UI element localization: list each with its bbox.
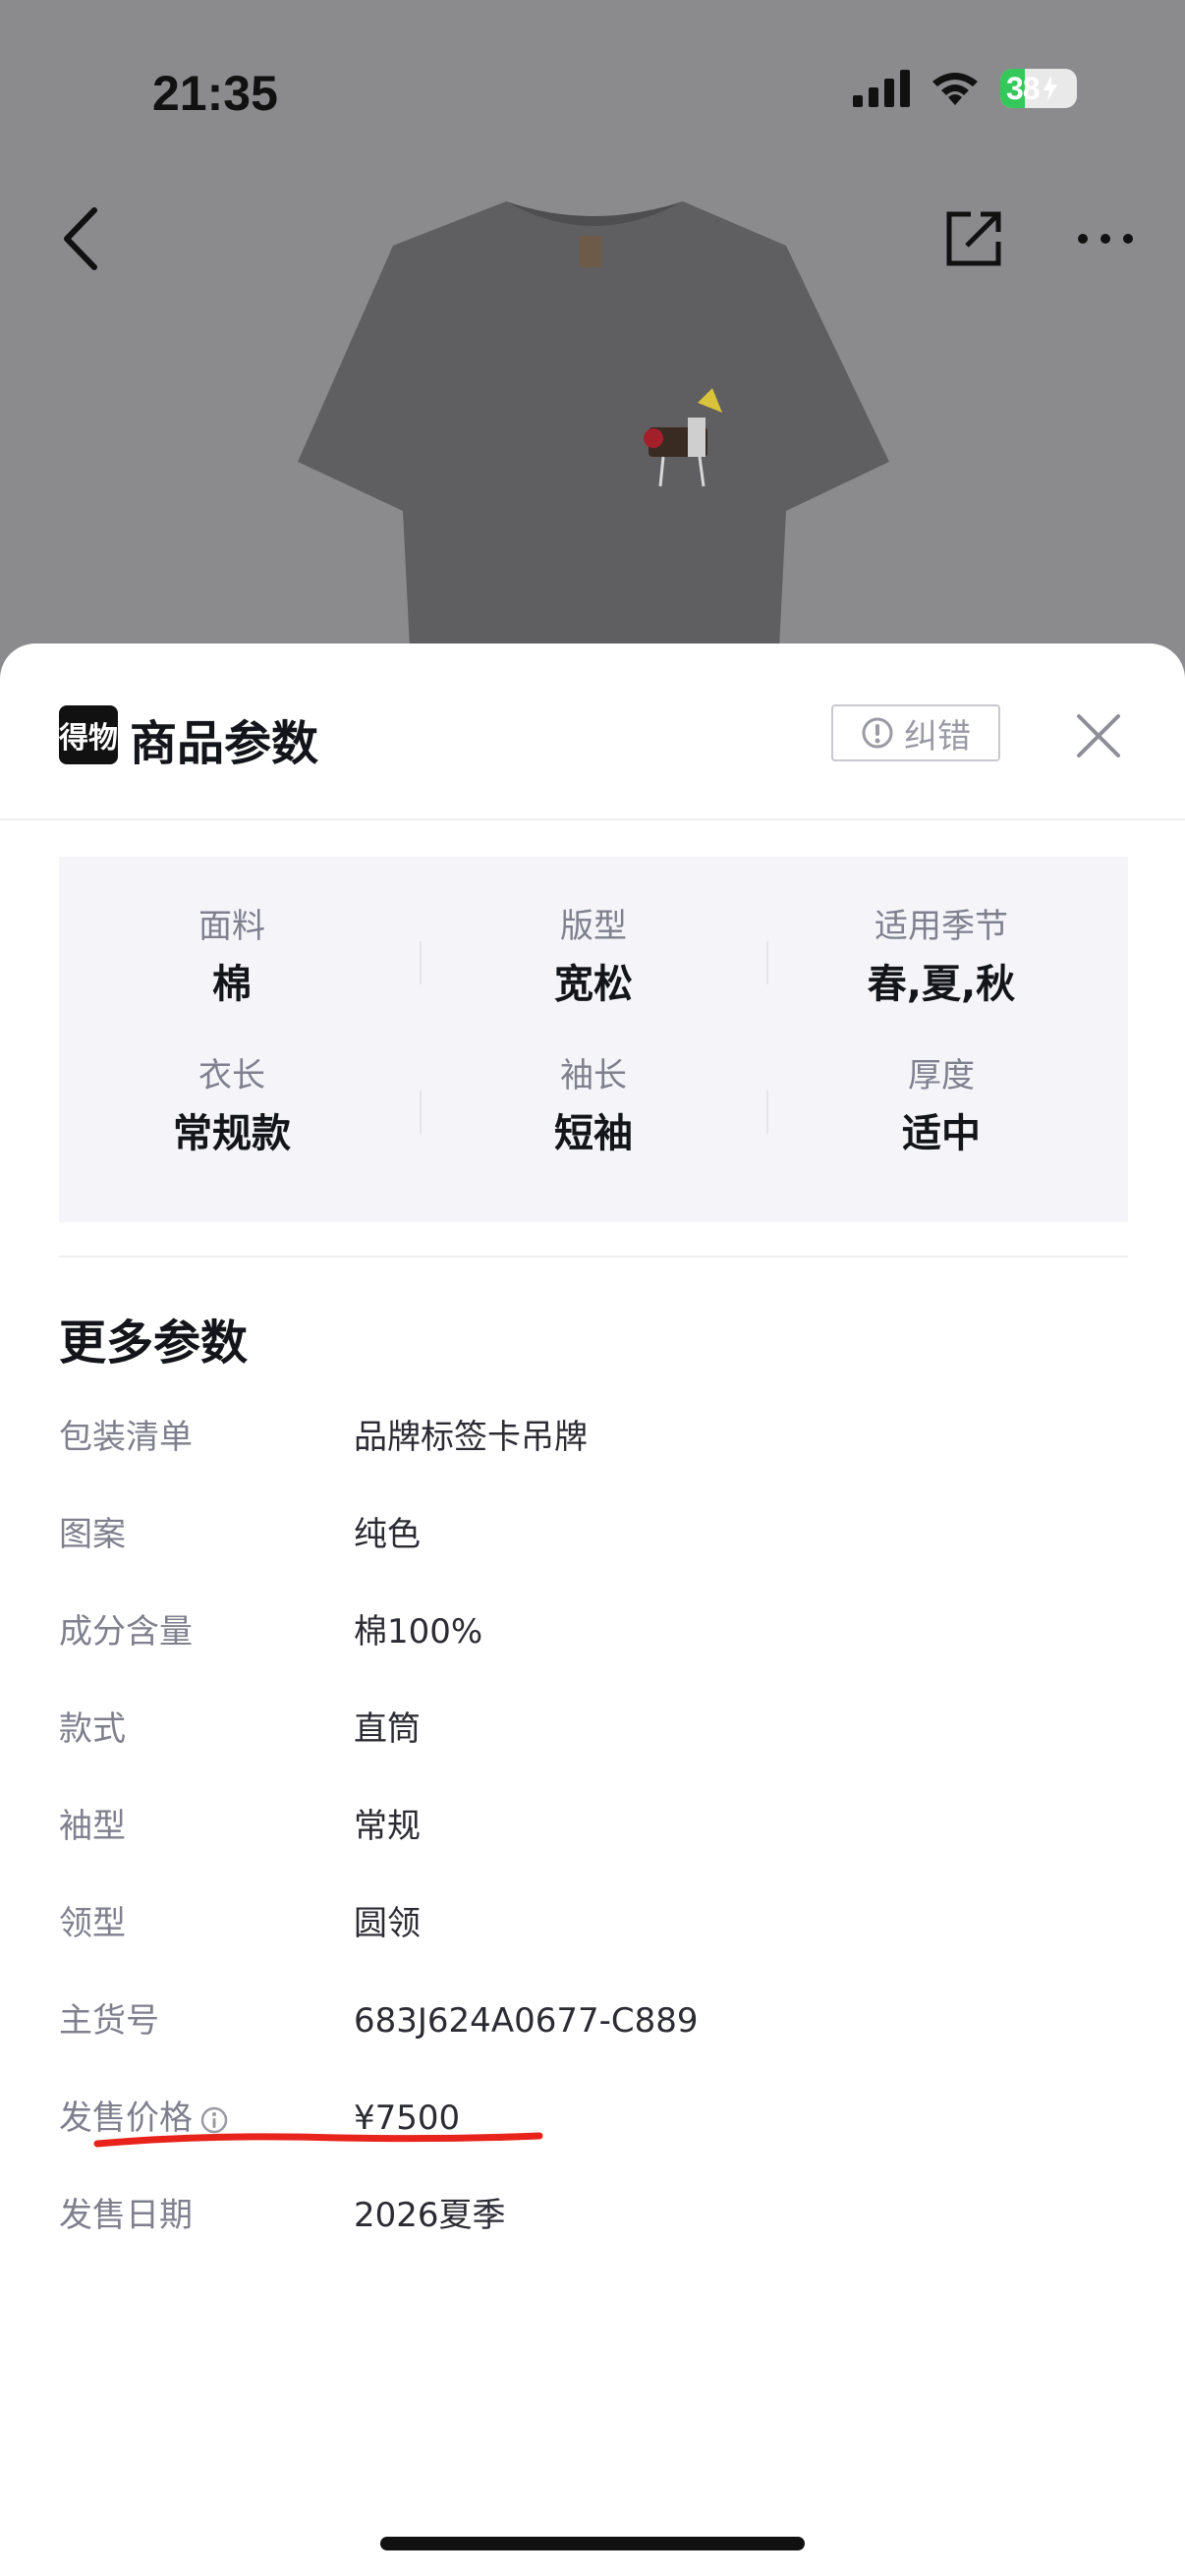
summary-item: 面料 棉 [59, 904, 405, 1008]
param-key: 图案 [59, 1515, 126, 1554]
param-key: 款式 [59, 1709, 126, 1749]
param-row: 款式 直筒 [59, 1700, 1128, 1759]
param-row: 发售日期 2026夏季 [59, 2186, 1128, 2245]
report-error-button[interactable]: 纠错 [831, 704, 1000, 761]
share-icon[interactable] [943, 208, 1004, 269]
battery-icon: 38 [1000, 69, 1077, 108]
summary-item: 版型 宽松 [421, 904, 766, 1008]
summary-label: 面料 [198, 907, 265, 946]
signal-icon [853, 70, 910, 107]
status-time: 21:35 [152, 66, 278, 121]
battery-level: 38 [1006, 70, 1041, 106]
summary-label: 适用季节 [875, 907, 1008, 946]
summary-item: 袖长 短袖 [421, 1053, 766, 1157]
summary-label: 衣长 [198, 1056, 265, 1095]
close-icon[interactable] [1071, 708, 1126, 763]
param-row: 领型 圆领 [59, 1894, 1128, 1953]
more-params-title: 更多参数 [59, 1316, 249, 1371]
summary-label: 袖长 [560, 1056, 627, 1095]
summary-label: 版型 [560, 907, 627, 946]
red-underline-annotation [93, 2132, 543, 2148]
summary-value: 常规款 [173, 1111, 291, 1156]
status-icons: 38 [853, 69, 1077, 108]
param-key: 主货号 [59, 2001, 159, 2041]
param-key: 包装清单 [59, 1418, 193, 1457]
section-divider [59, 1256, 1128, 1258]
param-value: 棉100% [354, 1612, 483, 1652]
summary-grid: 面料 棉 版型 宽松 适用季节 春,夏,秋 衣长 常规款 袖长 短袖 厚度 适中 [59, 857, 1128, 1222]
summary-item: 衣长 常规款 [59, 1053, 405, 1157]
param-key: 袖型 [59, 1807, 126, 1846]
param-value: 直筒 [354, 1709, 421, 1749]
param-value: 品牌标签卡吊牌 [354, 1418, 588, 1457]
summary-item: 厚度 适中 [768, 1053, 1114, 1157]
report-error-label: 纠错 [904, 716, 971, 756]
param-value: 683J624A0677-C889 [354, 2001, 699, 2041]
param-value: 圆领 [354, 1904, 421, 1943]
sheet-title: 商品参数 [130, 716, 319, 771]
alert-icon [862, 717, 893, 749]
summary-value: 棉 [212, 962, 252, 1007]
summary-value: 宽松 [554, 962, 633, 1007]
summary-label: 厚度 [908, 1056, 975, 1095]
param-key: 发售日期 [59, 2196, 193, 2235]
param-value: 纯色 [354, 1515, 421, 1554]
param-row: 成分含量 棉100% [59, 1602, 1128, 1661]
summary-value: 春,夏,秋 [867, 962, 1016, 1007]
home-indicator[interactable] [380, 2537, 805, 2550]
param-key: 领型 [59, 1904, 126, 1943]
summary-value: 短袖 [554, 1111, 633, 1156]
summary-value: 适中 [902, 1111, 981, 1156]
param-value: 2026夏季 [354, 2196, 506, 2235]
param-row: 主货号 683J624A0677-C889 [59, 1991, 1128, 2050]
param-row: 包装清单 品牌标签卡吊牌 [59, 1408, 1128, 1467]
more-icon[interactable] [1077, 232, 1134, 246]
param-row: 图案 纯色 [59, 1505, 1128, 1564]
wifi-icon [932, 73, 978, 105]
back-icon[interactable] [61, 206, 100, 271]
sheet-header: 得物 商品参数 纠错 [0, 644, 1185, 820]
summary-item: 适用季节 春,夏,秋 [768, 904, 1114, 1008]
param-row: 袖型 常规 [59, 1797, 1128, 1856]
product-params-sheet: 得物 商品参数 纠错 面料 棉 版型 宽松 适用季节 春,夏,秋 衣长 常规款 … [0, 644, 1185, 2576]
app-logo: 得物 [59, 705, 118, 764]
param-value: 常规 [354, 1807, 421, 1846]
param-key: 成分含量 [59, 1612, 193, 1652]
